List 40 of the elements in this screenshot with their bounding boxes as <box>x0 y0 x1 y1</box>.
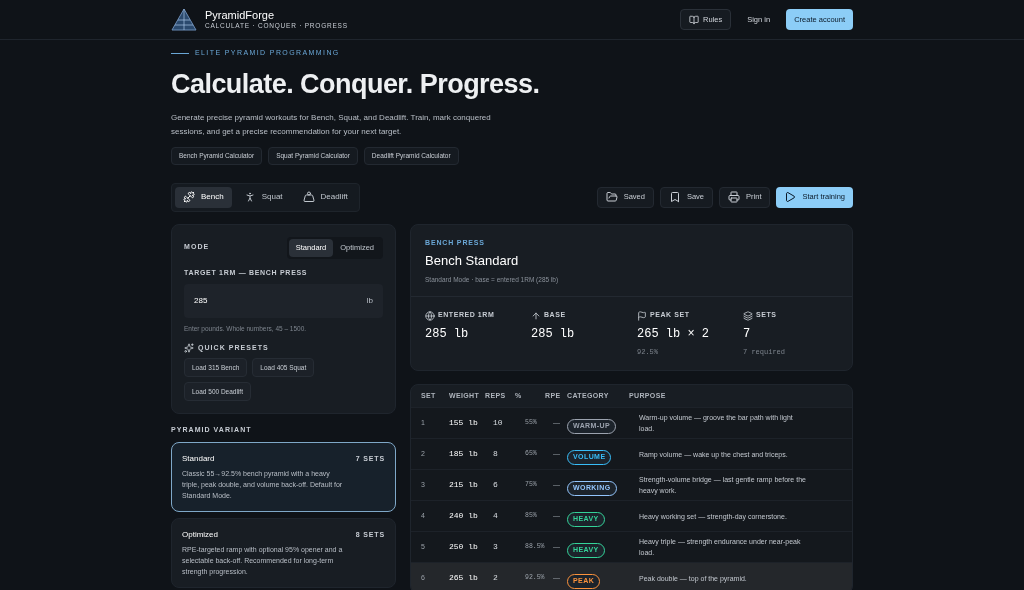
page-heading: Calculate. Conquer. Progress. <box>171 70 541 98</box>
pyramid-logo-icon <box>171 7 197 32</box>
stat-value: 285 lb <box>425 325 470 343</box>
brand-name: PyramidForge <box>205 9 276 21</box>
variant-name: Optimized <box>182 528 218 541</box>
bookmark-icon <box>668 191 681 203</box>
table-cell-text: 215 lb <box>449 479 479 492</box>
play-icon <box>784 191 797 203</box>
table-cell-text: 155 lb <box>449 417 479 430</box>
dumbbell-icon <box>183 191 195 203</box>
summary-title: Bench Standard <box>425 252 520 270</box>
folder-icon <box>605 191 618 203</box>
lift-tab[interactable]: Deadlift <box>294 186 356 208</box>
table-cell-text: 6 <box>492 479 499 492</box>
target-input[interactable]: 285 lb <box>184 284 383 318</box>
table-cell-text: 4 <box>492 510 499 523</box>
unit-label: lb <box>366 295 373 307</box>
printer-icon <box>728 191 741 203</box>
table-cell-text: 3 <box>492 541 499 554</box>
intro-paragraph: Generate precise pyramid workouts for Bench, Squat, and Deadlift. Train, mark conquered sessions, and get a precise recommendation for your next target. <box>171 111 492 138</box>
table-cell-text: 2 <box>492 572 499 585</box>
flag-icon <box>637 310 647 321</box>
arrow-up-icon <box>531 310 541 321</box>
globe-icon <box>425 310 435 321</box>
table-cell-text: 10 <box>492 417 504 430</box>
lift-tab[interactable]: Squat <box>235 186 291 208</box>
stat-value: 7 <box>743 325 752 343</box>
kettlebell-icon <box>302 191 315 203</box>
book-icon <box>689 14 699 25</box>
table-cell-text: 250 lb <box>449 541 479 554</box>
stat-value: 285 lb <box>531 325 576 343</box>
table-cell-text: 185 lb <box>449 448 479 461</box>
stat-value: 265 lb × 2 <box>637 325 710 343</box>
variant-name: Standard <box>182 452 215 465</box>
lift-tab[interactable]: Bench <box>175 186 232 208</box>
layers-icon <box>743 310 753 321</box>
table-cell-text: 265 lb <box>449 572 479 585</box>
table-cell-text: 240 lb <box>449 510 479 523</box>
table-cell-text: 8 <box>492 448 499 461</box>
sparkle-icon <box>184 343 194 353</box>
